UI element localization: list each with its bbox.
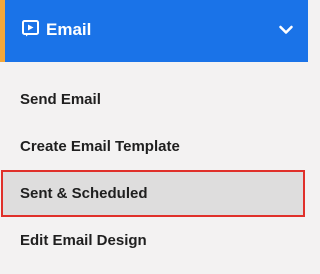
section-title: Email <box>46 20 92 39</box>
email-menu: Send Email Create Email Template Sent & … <box>0 76 308 264</box>
menu-item-label: Sent & Scheduled <box>20 185 148 202</box>
menu-item-label: Edit Email Design <box>20 232 147 249</box>
email-section-header[interactable]: Email <box>0 0 308 62</box>
menu-item-sent-scheduled[interactable]: Sent & Scheduled <box>1 170 305 217</box>
menu-item-create-email-template[interactable]: Create Email Template <box>0 123 308 170</box>
menu-item-label: Create Email Template <box>20 138 180 155</box>
email-play-icon <box>22 20 39 37</box>
menu-item-edit-email-design[interactable]: Edit Email Design <box>0 217 308 264</box>
menu-item-label: Send Email <box>20 91 101 108</box>
header-accent-bar <box>0 0 5 62</box>
menu-item-send-email[interactable]: Send Email <box>0 76 308 123</box>
email-nav-panel: Email Send Email Create Email Template S… <box>0 0 308 274</box>
chevron-down-icon[interactable] <box>278 22 294 38</box>
